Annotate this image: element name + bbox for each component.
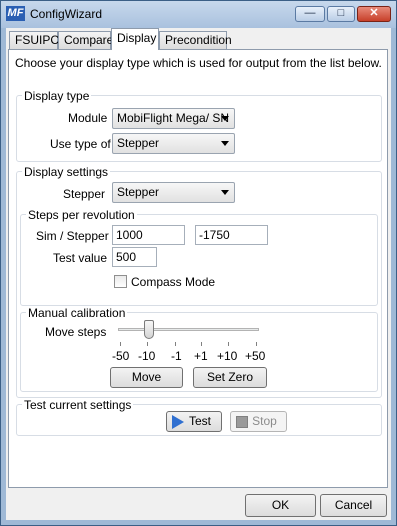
stepper-value-input[interactable]: -1750: [195, 225, 268, 245]
slider-tick: [256, 342, 257, 346]
move-steps-label: Move steps: [45, 325, 107, 339]
app-logo-icon: MF: [6, 6, 25, 21]
test-current-settings-title: Test current settings: [22, 398, 134, 412]
dropdown-arrow-icon: [221, 190, 229, 195]
stop-button[interactable]: Stop: [230, 411, 287, 432]
slider-tick: [175, 342, 176, 346]
intro-text: Choose your display type which is used f…: [15, 56, 382, 70]
slider-tick: [147, 342, 148, 346]
test-button[interactable]: Test: [166, 411, 222, 432]
minimize-icon[interactable]: —: [295, 6, 325, 22]
stepper-label: Stepper: [63, 187, 106, 201]
set-zero-button[interactable]: Set Zero: [193, 367, 267, 388]
compass-mode-label[interactable]: Compass Mode: [131, 275, 215, 289]
play-icon: [172, 415, 184, 429]
compass-mode-checkbox[interactable]: [114, 275, 127, 288]
use-type-select[interactable]: Stepper: [112, 133, 235, 154]
sim-stepper-label: Sim / Stepper: [36, 229, 109, 243]
step-label: +50: [245, 349, 266, 363]
test-value-input[interactable]: 500: [112, 247, 157, 267]
step-label: -50: [112, 349, 130, 363]
slider-tick: [201, 342, 202, 346]
module-label: Module: [68, 111, 108, 125]
dropdown-arrow-icon: [221, 141, 229, 146]
display-type-title: Display type: [22, 89, 92, 103]
dropdown-arrow-icon: [221, 116, 229, 121]
step-label: +10: [217, 349, 238, 363]
stop-icon: [236, 416, 248, 428]
manual-calibration-title: Manual calibration: [26, 306, 128, 320]
stepper-select-value: Stepper: [117, 185, 160, 199]
use-type-label: Use type of: [50, 137, 111, 151]
stepper-select[interactable]: Stepper: [112, 182, 235, 203]
slider-tick: [120, 342, 121, 346]
tab-precondition[interactable]: Precondition: [159, 31, 232, 49]
step-label: -10: [138, 349, 156, 363]
step-label: +1: [194, 349, 208, 363]
move-steps-slider-track[interactable]: [118, 328, 259, 331]
window-title: ConfigWizard: [30, 7, 103, 21]
close-icon[interactable]: ✕: [357, 6, 391, 22]
maximize-icon[interactable]: □: [327, 6, 355, 22]
use-type-select-value: Stepper: [117, 136, 160, 150]
module-select-value: MobiFlight Mega/ SN: [117, 111, 230, 125]
ok-button[interactable]: OK: [245, 494, 316, 517]
move-button[interactable]: Move: [110, 367, 183, 388]
test-value-label: Test value: [53, 251, 108, 265]
move-steps-slider-thumb[interactable]: [144, 320, 154, 339]
cancel-button[interactable]: Cancel: [320, 494, 387, 517]
tab-fsuipc[interactable]: FSUIPC: [9, 31, 59, 49]
tab-display[interactable]: Display: [111, 28, 159, 50]
step-label: -1: [171, 349, 182, 363]
display-settings-title: Display settings: [22, 165, 111, 179]
module-select[interactable]: MobiFlight Mega/ SN: [112, 108, 235, 129]
sim-value-input[interactable]: 1000: [112, 225, 185, 245]
tab-compare[interactable]: Compare: [58, 31, 113, 49]
slider-tick: [228, 342, 229, 346]
steps-per-revolution-title: Steps per revolution: [26, 208, 137, 222]
